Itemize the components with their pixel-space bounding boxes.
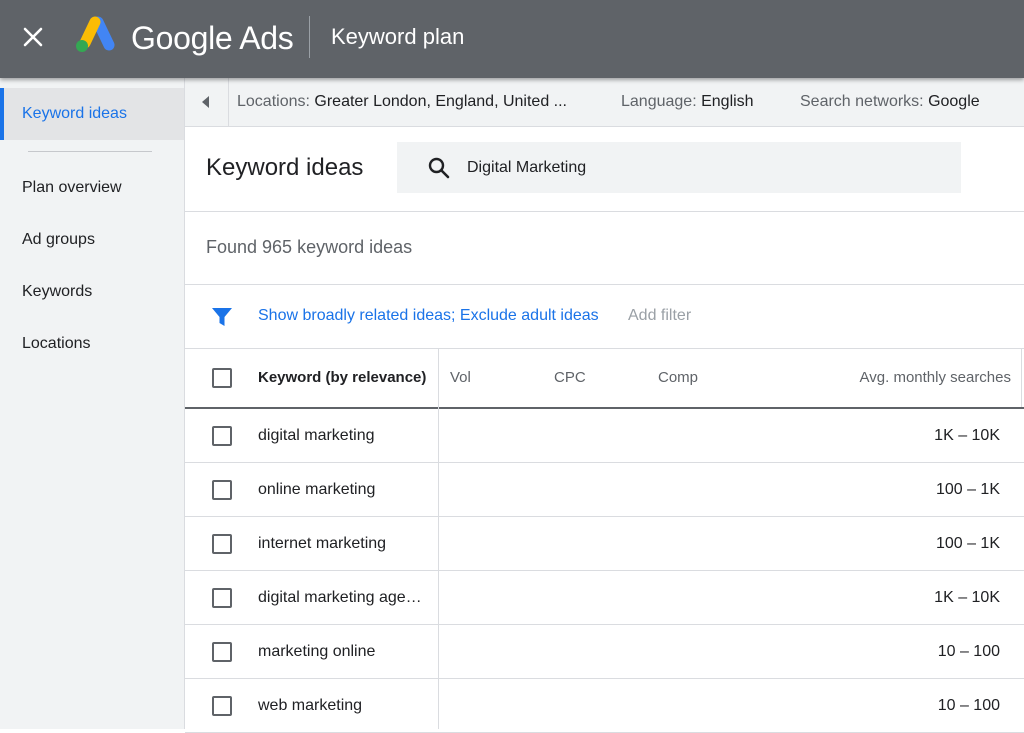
search-networks-value: Google xyxy=(928,93,980,110)
divider xyxy=(185,284,1024,285)
keyword-cell: web marketing xyxy=(258,697,363,714)
row-checkbox[interactable] xyxy=(212,588,232,608)
close-icon[interactable] xyxy=(18,22,48,52)
row-checkbox[interactable] xyxy=(212,696,232,716)
keyword-cell: digital marketing xyxy=(258,427,375,444)
add-filter-button[interactable]: Add filter xyxy=(628,306,691,326)
topbar-divider xyxy=(309,16,310,58)
row-checkbox[interactable] xyxy=(212,534,232,554)
row-checkbox[interactable] xyxy=(212,480,232,500)
avg-monthly-searches-cell: 100 – 1K xyxy=(935,481,1000,498)
keyword-search-box[interactable] xyxy=(397,142,961,193)
search-networks-setting[interactable]: Search networks: Google xyxy=(800,92,980,112)
sidebar: Keyword ideas Plan overview Ad groups Ke… xyxy=(0,78,185,729)
avg-monthly-searches-cell: 1K – 10K xyxy=(934,589,1000,606)
product-name: Google Ads xyxy=(131,20,294,56)
avg-monthly-searches-cell: 10 – 100 xyxy=(937,643,1000,660)
avg-monthly-searches-cell: 100 – 1K xyxy=(935,535,1000,552)
sidebar-divider xyxy=(28,151,152,152)
column-header-avg-monthly-searches[interactable]: Avg. monthly searches xyxy=(860,369,1011,387)
locations-label: Locations: xyxy=(237,93,310,110)
column-header-keyword[interactable]: Keyword (by relevance) xyxy=(258,369,426,387)
active-filters-link[interactable]: Show broadly related ideas; Exclude adul… xyxy=(258,306,599,326)
sidebar-item-plan-overview[interactable]: Plan overview xyxy=(22,178,122,198)
collapse-sidebar-button[interactable] xyxy=(185,78,229,126)
keyword-cell: internet marketing xyxy=(258,535,387,552)
google-ads-logo-icon xyxy=(74,16,116,54)
keyword-search-input[interactable] xyxy=(465,154,949,182)
arrow-left-icon xyxy=(202,96,209,108)
keyword-cell: online marketing xyxy=(258,481,376,498)
results-count: Found 965 keyword ideas xyxy=(206,237,413,257)
search-icon xyxy=(428,157,450,179)
locations-setting[interactable]: Locations: Greater London, England, Unit… xyxy=(237,92,567,112)
column-header-cpc[interactable]: CPC xyxy=(554,369,586,387)
table-row[interactable]: digital marketing agency 1K – 10K xyxy=(185,571,1024,625)
table-header: Keyword (by relevance) Vol CPC Comp Avg.… xyxy=(185,349,1024,409)
keyword-cell: digital marketing agency xyxy=(258,589,428,606)
sidebar-item-keywords[interactable]: Keywords xyxy=(22,282,92,302)
table-row[interactable]: web marketing 10 – 100 xyxy=(185,679,1024,733)
select-all-checkbox[interactable] xyxy=(212,368,232,388)
filter-icon[interactable] xyxy=(211,306,233,328)
language-setting[interactable]: Language: English xyxy=(621,92,754,112)
sidebar-item-locations[interactable]: Locations xyxy=(22,334,91,354)
row-checkbox[interactable] xyxy=(212,426,232,446)
tool-title: Keyword plan xyxy=(331,24,465,49)
page-title: Keyword ideas xyxy=(206,154,364,181)
table-row[interactable]: marketing online 10 – 100 xyxy=(185,625,1024,679)
column-header-comp[interactable]: Comp xyxy=(658,369,698,387)
locations-value: Greater London, England, United ... xyxy=(314,93,567,110)
sidebar-item-ad-groups[interactable]: Ad groups xyxy=(22,230,95,250)
column-divider xyxy=(1021,349,1022,407)
top-app-bar: Google Ads Keyword plan xyxy=(0,0,1024,78)
language-label: Language: xyxy=(621,93,697,110)
language-value: English xyxy=(701,93,754,110)
table-row[interactable]: online marketing 100 – 1K xyxy=(185,463,1024,517)
column-header-vol[interactable]: Vol xyxy=(450,369,471,387)
search-networks-label: Search networks: xyxy=(800,93,924,110)
keyword-ideas-header: Keyword ideas xyxy=(185,127,1024,212)
avg-monthly-searches-cell: 10 – 100 xyxy=(937,697,1000,714)
row-checkbox[interactable] xyxy=(212,642,232,662)
table-row[interactable]: internet marketing 100 – 1K xyxy=(185,517,1024,571)
avg-monthly-searches-cell: 1K – 10K xyxy=(934,427,1000,444)
plan-settings-bar: Locations: Greater London, England, Unit… xyxy=(185,78,1024,127)
keyword-cell: marketing online xyxy=(258,643,376,660)
sidebar-item-keyword-ideas[interactable]: Keyword ideas xyxy=(22,104,127,124)
table-row[interactable]: digital marketing 1K – 10K xyxy=(185,409,1024,463)
